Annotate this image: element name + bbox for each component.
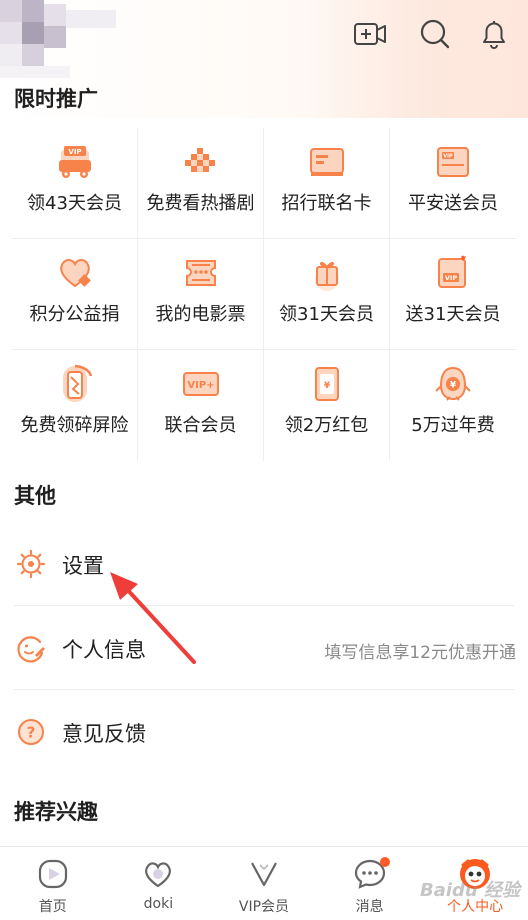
promo-row: 积分公益捐 我的电影票 领31天会员 VIP 送31天会员: [12, 239, 516, 350]
promo-item-label: 领31天会员: [279, 304, 374, 325]
svg-text:VIP: VIP: [68, 148, 81, 156]
nav-doki[interactable]: doki: [106, 847, 212, 920]
feedback-label: 意见反馈: [62, 722, 146, 746]
profile-info-hint: 填写信息享12元优惠开通: [324, 643, 516, 663]
interests-section-title: 推荐兴趣: [14, 800, 98, 824]
promo-item-movie-tickets[interactable]: 我的电影票: [138, 239, 264, 350]
promo-item-label: 平安送会员: [408, 193, 498, 214]
promo-item-joint-vip[interactable]: VIP+ 联合会员: [138, 350, 264, 461]
message-badge: [379, 857, 390, 867]
video-call-icon[interactable]: [352, 16, 388, 52]
home-play-icon: [36, 857, 70, 891]
vip-crown-icon: [247, 857, 281, 891]
promo-item-pingan-vip[interactable]: VIP 平安送会员: [390, 128, 516, 239]
other-section-title: 其他: [14, 484, 56, 508]
promo-item-vip31[interactable]: 领31天会员: [264, 239, 390, 350]
phone-shield-icon: [55, 364, 95, 404]
feedback-icon: ?: [16, 717, 46, 747]
promo-item-label: 免费看热播剧: [146, 193, 255, 214]
svg-text:¥: ¥: [450, 381, 457, 391]
search-icon[interactable]: [417, 16, 453, 52]
limited-promo-title: 限时推广: [14, 87, 98, 111]
doki-icon: [141, 857, 175, 891]
promo-row: VIP 领43天会员 免费看热播剧 招行联名卡 VIP 平安送会员: [12, 128, 516, 239]
nav-vip[interactable]: VIP会员: [211, 847, 317, 920]
vip-card-icon: VIP: [433, 142, 473, 182]
bell-icon[interactable]: [476, 16, 512, 52]
promo-item-label: 我的电影票: [155, 304, 246, 325]
promo-item-label: 积分公益捐: [29, 304, 120, 325]
promo-item-label: 领43天会员: [27, 193, 122, 214]
settings-item[interactable]: 设置: [0, 522, 528, 606]
profile-header: 限时推广: [0, 0, 528, 118]
promo-item-free-drama[interactable]: 免费看热播剧: [138, 128, 264, 239]
nav-messages-label: 消息: [355, 899, 384, 915]
feedback-item[interactable]: ? 意见反馈: [0, 690, 528, 774]
nav-doki-label: doki: [143, 896, 174, 912]
promo-item-points-donate[interactable]: 积分公益捐: [12, 239, 138, 350]
checker-icon: [181, 142, 221, 182]
promo-item-red-packet[interactable]: ¥ 领2万红包: [264, 350, 390, 461]
promo-item-label: 送31天会员: [405, 304, 501, 325]
promo-item-new-year-fee[interactable]: ¥ 5万过年费: [390, 350, 516, 461]
promo-grid: VIP 领43天会员 免费看热播剧 招行联名卡 VIP 平安送会员 积分公益捐 …: [12, 128, 516, 461]
settings-icon: [16, 549, 46, 579]
vip-car-icon: VIP: [55, 142, 95, 182]
gift-icon: [307, 253, 347, 293]
ticket-icon: [181, 253, 221, 293]
nav-vip-label: VIP会员: [238, 899, 290, 915]
annotation-arrow: [110, 572, 196, 664]
promo-item-label: 领2万红包: [284, 415, 369, 436]
svg-text:¥: ¥: [324, 381, 331, 391]
nav-home[interactable]: 首页: [0, 847, 106, 920]
bank-card-icon: [307, 142, 347, 182]
nav-messages[interactable]: 消息: [317, 847, 423, 920]
svg-text:VIP: VIP: [443, 154, 453, 160]
nav-home-label: 首页: [38, 899, 67, 915]
promo-item-screen-insurance[interactable]: 免费领碎屏险: [12, 350, 138, 461]
promo-item-cmb-card[interactable]: 招行联名卡: [264, 128, 390, 239]
settings-label: 设置: [62, 554, 104, 578]
penguin-yen-icon: ¥: [433, 364, 473, 404]
heart-icon: [55, 253, 95, 293]
blurred-avatar[interactable]: [0, 0, 130, 82]
baidu-watermark: Baidu 经验: [419, 880, 520, 901]
promo-item-label: 联合会员: [164, 415, 237, 436]
svg-text:VIP+: VIP+: [187, 380, 214, 391]
promo-item-vip43[interactable]: VIP 领43天会员: [12, 128, 138, 239]
promo-row: 免费领碎屏险 VIP+ 联合会员 ¥ 领2万红包 ¥ 5万过年费: [12, 350, 516, 461]
promo-item-label: 免费领碎屏险: [20, 415, 129, 436]
svg-text:?: ?: [27, 724, 36, 742]
profile-info-item[interactable]: 个人信息 填写信息享12元优惠开通: [0, 606, 528, 690]
promo-item-label: 招行联名卡: [281, 193, 372, 214]
vip-plus-icon: VIP+: [181, 364, 221, 404]
red-packet-icon: ¥: [307, 364, 347, 404]
promo-item-label: 5万过年费: [411, 415, 495, 436]
vip-send-icon: VIP: [433, 253, 473, 293]
svg-text:VIP: VIP: [445, 274, 457, 282]
profile-edit-icon: [16, 633, 46, 663]
promo-item-send-vip31[interactable]: VIP 送31天会员: [390, 239, 516, 350]
